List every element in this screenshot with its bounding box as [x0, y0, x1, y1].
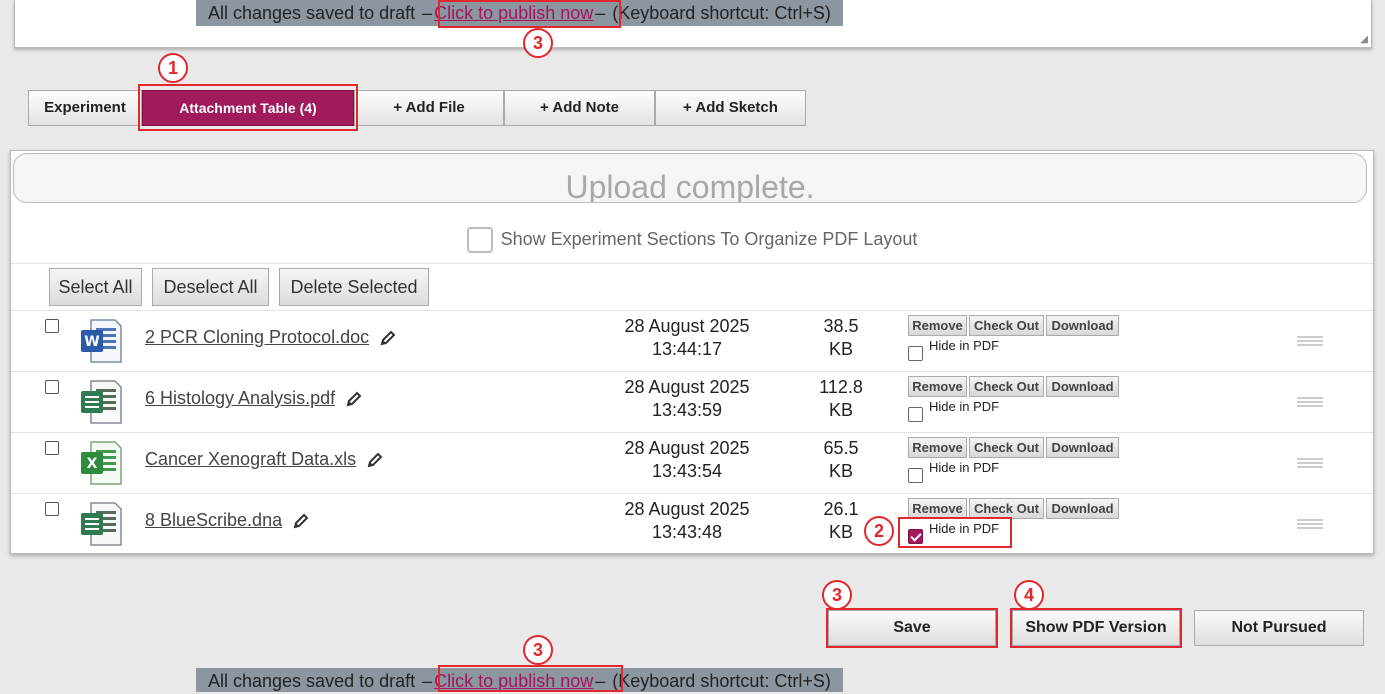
attachment-link[interactable]: Cancer Xenograft Data.xls [145, 449, 384, 470]
excel-xls-icon: X [81, 441, 122, 485]
not-pursued-button[interactable]: Not Pursued [1194, 610, 1364, 646]
save-button[interactable]: Save [828, 610, 996, 646]
hide-in-pdf-label: Hide in PDF [929, 338, 1000, 353]
annotation-marker: 3 [523, 28, 553, 58]
annotation-marker: 1 [158, 53, 188, 83]
draft-status-bar-top: All changes saved to draft – Click to pub… [196, 0, 843, 26]
drag-handle-icon[interactable] [1297, 397, 1323, 407]
row-select-checkbox[interactable] [45, 380, 59, 394]
publish-link-top[interactable]: Click to publish now [434, 3, 593, 23]
file-size: 38.5 KB [823, 316, 859, 359]
publish-link-bottom[interactable]: Click to publish now [434, 671, 593, 691]
shortcut-hint: (Keyboard shortcut: Ctrl+S) [612, 3, 831, 23]
draft-status-bar-bottom: All changes saved to draft – Click to pub… [196, 668, 843, 692]
draft-saved-text: All changes saved to draft [208, 3, 416, 23]
delete-selected-button[interactable]: Delete Selected [279, 268, 429, 306]
select-all-button[interactable]: Select All [49, 268, 142, 306]
annotation-marker: 3 [523, 635, 553, 665]
show-pdf-version-button[interactable]: Show PDF Version [1012, 610, 1180, 646]
table-row: X Cancer Xenograft Data.xls 28 August 20… [11, 432, 1373, 494]
pdf-layout-label: Show Experiment Sections To Organize PDF… [500, 229, 918, 249]
check-out-button[interactable]: Check Out [969, 437, 1044, 458]
remove-button[interactable]: Remove [908, 315, 967, 336]
svg-text:W: W [84, 334, 99, 350]
hide-in-pdf-checkbox[interactable] [908, 529, 923, 544]
hide-in-pdf-checkbox[interactable] [908, 346, 923, 361]
upload-status: Upload complete. [13, 153, 1367, 203]
tab-add-note[interactable]: + Add Note [504, 90, 655, 126]
tab-experiment[interactable]: Experiment [28, 90, 142, 126]
svg-text:X: X [87, 456, 98, 472]
attachment-link[interactable]: 6 Histology Analysis.pdf [145, 388, 363, 409]
row-select-checkbox[interactable] [45, 502, 59, 516]
table-row: 6 Histology Analysis.pdf 28 August 2025 … [11, 371, 1373, 433]
table-row: 8 BlueScribe.dna 28 August 2025 13:43:48… [11, 493, 1373, 555]
upload-datetime: 28 August 2025 13:43:48 [624, 499, 750, 542]
edit-pencil-icon[interactable] [366, 451, 384, 469]
upload-datetime: 28 August 2025 13:43:59 [624, 377, 750, 420]
hide-in-pdf-checkbox[interactable] [908, 468, 923, 483]
table-row: W 2 PCR Cloning Protocol.doc 28 August 2… [11, 310, 1373, 372]
download-button[interactable]: Download [1046, 498, 1119, 519]
generic-file-icon [81, 380, 122, 424]
hide-in-pdf-label: Hide in PDF [929, 399, 1000, 414]
check-out-button[interactable]: Check Out [969, 376, 1044, 397]
download-button[interactable]: Download [1046, 437, 1119, 458]
download-button[interactable]: Download [1046, 376, 1119, 397]
upload-datetime: 28 August 2025 13:44:17 [624, 316, 750, 359]
resize-grip-icon[interactable]: ◢ [1360, 34, 1368, 45]
drag-handle-icon[interactable] [1297, 458, 1323, 468]
file-size: 65.5 KB [823, 438, 859, 481]
remove-button[interactable]: Remove [908, 376, 967, 397]
check-out-button[interactable]: Check Out [969, 498, 1044, 519]
tab-add-sketch[interactable]: + Add Sketch [655, 90, 806, 126]
annotation-marker: 2 [864, 516, 894, 546]
draft-saved-text: All changes saved to draft [208, 671, 416, 691]
edit-pencil-icon[interactable] [292, 512, 310, 530]
pdf-layout-checkbox[interactable] [466, 227, 493, 254]
row-select-checkbox[interactable] [45, 441, 59, 455]
download-button[interactable]: Download [1046, 315, 1119, 336]
hide-in-pdf-label: Hide in PDF [929, 521, 1000, 536]
annotation-marker: 4 [1014, 580, 1044, 610]
drag-handle-icon[interactable] [1297, 519, 1323, 529]
attachment-link[interactable]: 8 BlueScribe.dna [145, 510, 310, 531]
row-select-checkbox[interactable] [45, 319, 59, 333]
edit-pencil-icon[interactable] [345, 390, 363, 408]
deselect-all-button[interactable]: Deselect All [152, 268, 269, 306]
word-doc-icon: W [81, 319, 122, 363]
file-size: 112.8 KB [819, 377, 863, 420]
drag-handle-icon[interactable] [1297, 336, 1323, 346]
edit-pencil-icon[interactable] [379, 329, 397, 347]
hide-in-pdf-label: Hide in PDF [929, 460, 1000, 475]
tab-add-file[interactable]: + Add File [354, 90, 504, 126]
hide-in-pdf-checkbox[interactable] [908, 407, 923, 422]
attachment-link[interactable]: 2 PCR Cloning Protocol.doc [145, 327, 397, 348]
generic-file-icon [81, 502, 122, 546]
annotation-marker: 3 [822, 580, 852, 610]
check-out-button[interactable]: Check Out [969, 315, 1044, 336]
attachment-panel: Upload complete. Show Experiment Section… [10, 150, 1374, 554]
tab-attachment-table[interactable]: Attachment Table (4) [142, 90, 354, 126]
shortcut-hint: (Keyboard shortcut: Ctrl+S) [612, 671, 831, 691]
upload-datetime: 28 August 2025 13:43:54 [624, 438, 750, 481]
remove-button[interactable]: Remove [908, 498, 967, 519]
pdf-layout-option[interactable]: Show Experiment Sections To Organize PDF… [11, 213, 1373, 264]
remove-button[interactable]: Remove [908, 437, 967, 458]
